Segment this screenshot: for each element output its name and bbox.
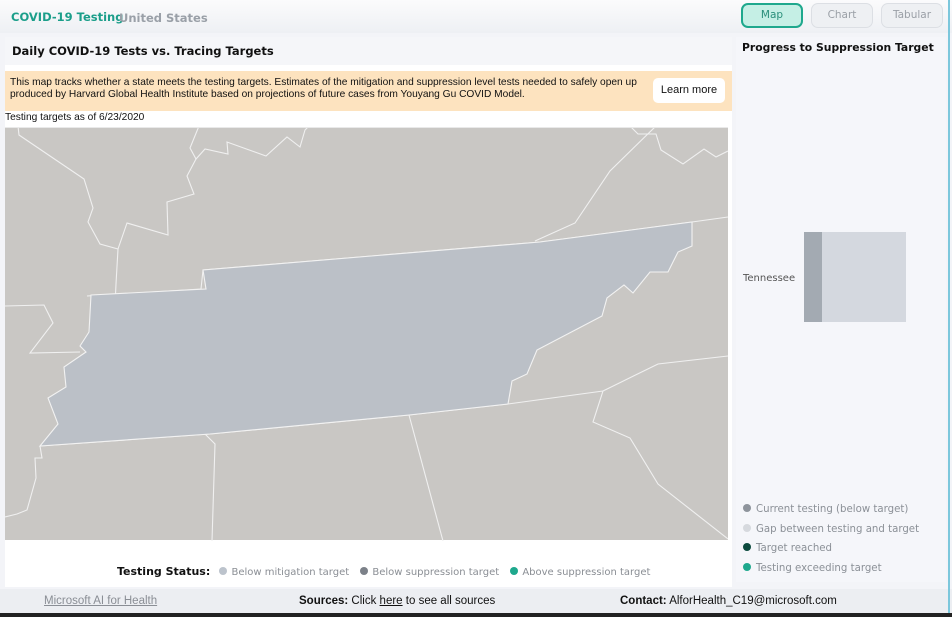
- progress-panel: Progress to Suppression Target Tennessee…: [736, 37, 946, 582]
- border-al-ga: [408, 414, 444, 541]
- progress-legend: Current testing (below target) Gap betwe…: [743, 503, 919, 581]
- legend-item-exceeding: Testing exceeding target: [743, 562, 919, 582]
- map-panel: Daily COVID-19 Tests vs. Tracing Targets…: [5, 37, 732, 587]
- sources-pre: Click: [351, 595, 377, 607]
- progress-bar-tennessee[interactable]: [804, 232, 906, 322]
- window-edge: [948, 0, 950, 613]
- banner-text: This map tracks whether a state meets th…: [10, 77, 637, 100]
- border-va-wv: [631, 128, 728, 165]
- sources-label: Sources:: [299, 595, 349, 607]
- border-mo-ar: [5, 304, 81, 354]
- testing-status-legend: Testing Status: Below mitigation target …: [117, 565, 650, 578]
- sources-text: Sources: Click here to see all sources: [299, 595, 495, 607]
- current-testing-bar: [804, 232, 823, 322]
- current-testing-dot-icon: [743, 504, 751, 512]
- panel-title: Daily COVID-19 Tests vs. Tracing Targets: [5, 37, 732, 65]
- border-ky-in-oh: [189, 128, 308, 160]
- above-suppression-label: Above suppression target: [522, 567, 651, 578]
- border-ga-sc: [592, 390, 728, 540]
- legend-label: Testing exceeding target: [756, 562, 882, 574]
- border-ms-al: [204, 433, 216, 541]
- sources-link[interactable]: here: [380, 595, 403, 607]
- below-suppression-label: Below suppression target: [372, 567, 500, 578]
- below-mitigation-dot-icon: [219, 567, 228, 575]
- targets-date: Testing targets as of 6/23/2020: [5, 112, 145, 123]
- app: COVID-19 Testing United States Map Chart…: [0, 0, 952, 617]
- map-svg: [5, 128, 728, 541]
- border-ky-wv: [117, 158, 197, 250]
- legend-label: Current testing (below target): [756, 504, 909, 515]
- testing-status-label: Testing Status:: [117, 565, 211, 578]
- app-title: COVID-19 Testing: [11, 10, 124, 24]
- tabular-view-button[interactable]: Tabular: [881, 3, 943, 28]
- legend-label: Target reached: [756, 543, 833, 554]
- legend-item-gap: Gap between testing and target: [743, 523, 919, 543]
- top-bar: COVID-19 Testing United States Map Chart…: [0, 0, 952, 33]
- border-nc-sc: [602, 355, 728, 392]
- microsoft-ai-link[interactable]: Microsoft AI for Health: [44, 595, 157, 607]
- region-label: United States: [119, 11, 208, 25]
- taskbar-edge: [0, 613, 952, 617]
- legend-label: Gap between testing and target: [756, 523, 920, 535]
- contact-label: Contact:: [620, 595, 667, 607]
- legend-item-current: Current testing (below target): [743, 503, 919, 523]
- above-suppression-dot-icon: [510, 567, 519, 575]
- contact-email[interactable]: AlforHealth_C19@microsoft.com: [669, 595, 837, 607]
- tennessee-state[interactable]: [38, 221, 693, 447]
- map-view-button[interactable]: Map: [741, 3, 803, 28]
- gap-dot-icon: [743, 523, 751, 532]
- us-map[interactable]: [5, 127, 728, 541]
- legend-item-reached: Target reached: [743, 542, 919, 562]
- sources-post: to see all sources: [405, 595, 496, 607]
- below-mitigation-label: Below mitigation target: [231, 567, 350, 578]
- info-banner: This map tracks whether a state meets th…: [5, 71, 732, 111]
- learn-more-button[interactable]: Learn more: [653, 78, 725, 103]
- border-ar-ms: [5, 445, 43, 518]
- contact-text: Contact: AlforHealth_C19@microsoft.com: [620, 595, 837, 607]
- below-suppression-dot-icon: [360, 567, 369, 575]
- target-reached-dot-icon: [743, 543, 751, 551]
- bar-label-tennessee: Tennessee: [743, 273, 796, 284]
- exceeding-dot-icon: [743, 562, 751, 571]
- footer: Microsoft AI for Health Sources: Click h…: [0, 589, 952, 613]
- chart-view-button[interactable]: Chart: [811, 3, 873, 28]
- border-ky-va: [534, 128, 655, 242]
- progress-title: Progress to Suppression Target: [742, 41, 934, 54]
